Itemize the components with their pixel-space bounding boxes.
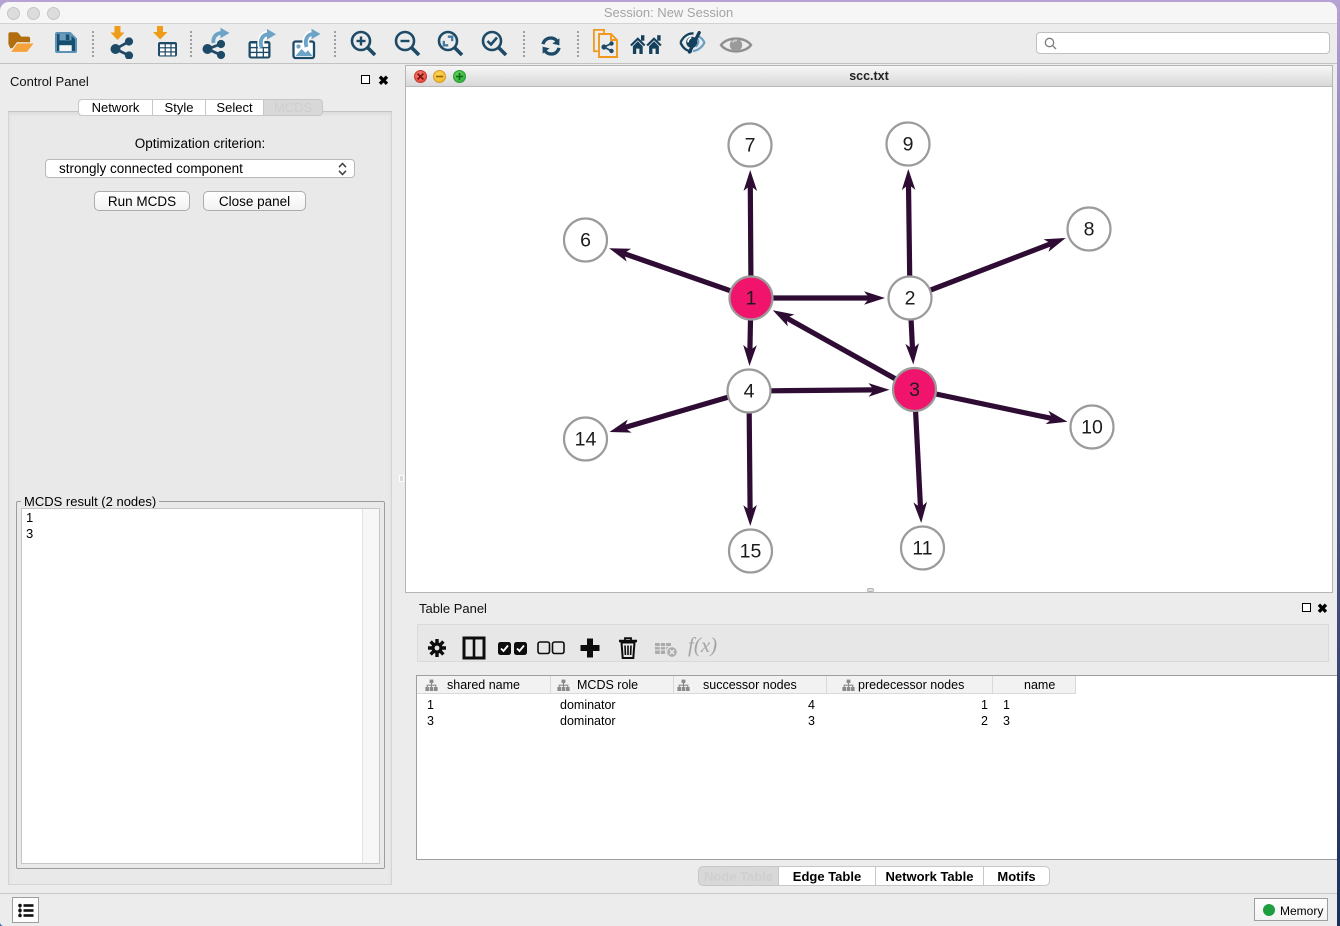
svg-text:3: 3 xyxy=(909,379,920,401)
svg-text:15: 15 xyxy=(740,541,762,563)
svg-text:10: 10 xyxy=(1081,417,1103,439)
svg-text:7: 7 xyxy=(745,135,756,157)
svg-text:6: 6 xyxy=(580,230,591,252)
svg-text:4: 4 xyxy=(744,381,755,403)
svg-text:9: 9 xyxy=(903,134,914,156)
svg-text:1: 1 xyxy=(746,288,757,310)
svg-text:8: 8 xyxy=(1084,219,1095,241)
svg-text:14: 14 xyxy=(575,429,597,451)
svg-text:11: 11 xyxy=(912,538,932,560)
svg-text:2: 2 xyxy=(905,288,916,310)
